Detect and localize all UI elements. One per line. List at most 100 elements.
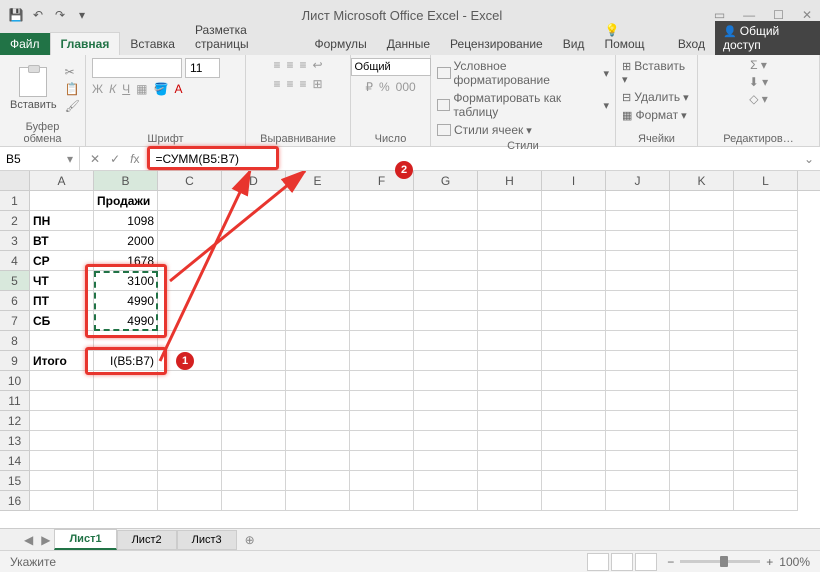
maximize-icon[interactable]: ☐ xyxy=(773,8,784,22)
align-left-icon[interactable]: ≡ xyxy=(273,77,280,91)
tab-insert[interactable]: Вставка xyxy=(120,33,185,55)
formula-bar[interactable]: =СУММ(B5:B7) xyxy=(149,147,797,170)
cell[interactable]: І(B5:B7) xyxy=(94,351,158,371)
cut-icon[interactable]: ✂ xyxy=(65,65,80,79)
zoom-in-icon[interactable]: + xyxy=(766,555,773,569)
col-header[interactable]: H xyxy=(478,171,542,190)
autosum-icon[interactable]: Σ ▾ xyxy=(750,58,767,72)
col-header[interactable]: B xyxy=(94,171,158,190)
col-header[interactable]: F xyxy=(350,171,414,190)
tab-file[interactable]: Файл xyxy=(0,33,50,55)
tab-signin[interactable]: Вход xyxy=(668,33,715,55)
fill-icon[interactable]: ⬇ ▾ xyxy=(749,75,768,89)
align-center-icon[interactable]: ≡ xyxy=(286,77,293,91)
row-header[interactable]: 6 xyxy=(0,291,30,311)
cancel-formula-icon[interactable]: ✕ xyxy=(90,152,100,166)
row-header[interactable]: 9 xyxy=(0,351,30,371)
row-header[interactable]: 1 xyxy=(0,191,30,211)
tab-home[interactable]: Главная xyxy=(50,32,121,55)
zoom-out-icon[interactable]: − xyxy=(667,555,674,569)
minimize-icon[interactable]: — xyxy=(743,8,755,22)
cell[interactable] xyxy=(30,191,94,211)
cell[interactable]: ПН xyxy=(30,211,94,231)
undo-icon[interactable]: ↶ xyxy=(30,7,46,23)
qat-dropdown-icon[interactable]: ▾ xyxy=(74,7,90,23)
cell[interactable]: 1678 xyxy=(94,251,158,271)
sheet-tab[interactable]: Лист2 xyxy=(117,530,177,550)
italic-button[interactable]: К xyxy=(109,82,116,96)
align-mid-icon[interactable]: ≡ xyxy=(286,58,293,72)
clear-icon[interactable]: ◇ ▾ xyxy=(749,92,768,106)
row-header[interactable]: 7 xyxy=(0,311,30,331)
row-header[interactable]: 3 xyxy=(0,231,30,251)
align-bot-icon[interactable]: ≡ xyxy=(299,58,306,72)
ribbon-options-icon[interactable]: ▭ xyxy=(714,8,725,22)
font-color-button[interactable]: A xyxy=(174,82,182,96)
cell[interactable]: Продажи xyxy=(94,191,158,211)
font-size-input[interactable] xyxy=(185,58,220,78)
cell[interactable]: СБ xyxy=(30,311,94,331)
name-box[interactable]: B5▾ xyxy=(0,147,80,170)
cell-styles-button[interactable]: Стили ячеек ▾ xyxy=(437,122,532,138)
paste-button[interactable]: Вставить xyxy=(6,65,61,113)
sheet-nav-prev-icon[interactable]: ◀ xyxy=(20,533,37,547)
cell[interactable]: ПТ xyxy=(30,291,94,311)
close-icon[interactable]: ✕ xyxy=(802,8,812,22)
cell[interactable]: СР xyxy=(30,251,94,271)
tab-help[interactable]: 💡 Помощ xyxy=(594,19,667,55)
row-header[interactable]: 15 xyxy=(0,471,30,491)
sheet-nav-next-icon[interactable]: ▶ xyxy=(37,533,54,547)
wrap-icon[interactable]: ↩ xyxy=(312,58,322,72)
zoom-slider[interactable] xyxy=(680,560,760,563)
format-painter-icon[interactable]: 🖌 xyxy=(65,99,80,113)
cell[interactable]: Итого xyxy=(30,351,94,371)
col-header[interactable]: A xyxy=(30,171,94,190)
cell[interactable]: 2000 xyxy=(94,231,158,251)
col-header[interactable]: C xyxy=(158,171,222,190)
bold-button[interactable]: Ж xyxy=(92,82,103,96)
add-sheet-icon[interactable]: ⊕ xyxy=(237,533,263,547)
save-icon[interactable]: 💾 xyxy=(8,7,24,23)
col-header[interactable]: G xyxy=(414,171,478,190)
row-header[interactable]: 16 xyxy=(0,491,30,511)
col-header[interactable]: J xyxy=(606,171,670,190)
format-cells-button[interactable]: ▦ Формат ▾ xyxy=(622,107,687,123)
number-format-select[interactable] xyxy=(351,58,431,76)
row-header[interactable]: 14 xyxy=(0,451,30,471)
tab-layout[interactable]: Разметка страницы xyxy=(185,19,305,55)
comma-icon[interactable]: 000 xyxy=(396,80,416,94)
tab-view[interactable]: Вид xyxy=(553,33,595,55)
sheet-tab[interactable]: Лист1 xyxy=(54,529,116,550)
col-header[interactable]: I xyxy=(542,171,606,190)
tab-review[interactable]: Рецензирование xyxy=(440,33,553,55)
currency-icon[interactable]: ₽ xyxy=(365,80,373,94)
row-header[interactable]: 11 xyxy=(0,391,30,411)
align-right-icon[interactable]: ≡ xyxy=(299,77,306,91)
cell[interactable]: ВТ xyxy=(30,231,94,251)
zoom-level[interactable]: 100% xyxy=(779,555,810,569)
row-header[interactable]: 8 xyxy=(0,331,30,351)
row-header[interactable]: 12 xyxy=(0,411,30,431)
col-header[interactable]: E xyxy=(286,171,350,190)
share-button[interactable]: 👤 Общий доступ xyxy=(715,21,820,55)
row-header[interactable]: 5 xyxy=(0,271,30,291)
col-header[interactable]: D xyxy=(222,171,286,190)
cell[interactable]: 4990 xyxy=(94,311,158,331)
cell[interactable]: 4990 xyxy=(94,291,158,311)
tab-formulas[interactable]: Формулы xyxy=(304,33,376,55)
format-table-button[interactable]: Форматировать как таблицу ▾ xyxy=(437,90,609,120)
col-header[interactable]: K xyxy=(670,171,734,190)
fx-icon[interactable]: fx xyxy=(130,152,139,166)
align-top-icon[interactable]: ≡ xyxy=(273,58,280,72)
view-normal-icon[interactable] xyxy=(587,553,609,571)
cell[interactable]: 3100 xyxy=(94,271,158,291)
cell[interactable]: ЧТ xyxy=(30,271,94,291)
delete-cells-button[interactable]: ⊟ Удалить ▾ xyxy=(622,89,689,105)
row-header[interactable]: 10 xyxy=(0,371,30,391)
expand-formula-icon[interactable]: ⌄ xyxy=(798,152,820,166)
view-layout-icon[interactable] xyxy=(611,553,633,571)
select-all-corner[interactable] xyxy=(0,171,30,190)
copy-icon[interactable]: 📋 xyxy=(65,82,80,96)
view-pagebreak-icon[interactable] xyxy=(635,553,657,571)
row-header[interactable]: 13 xyxy=(0,431,30,451)
